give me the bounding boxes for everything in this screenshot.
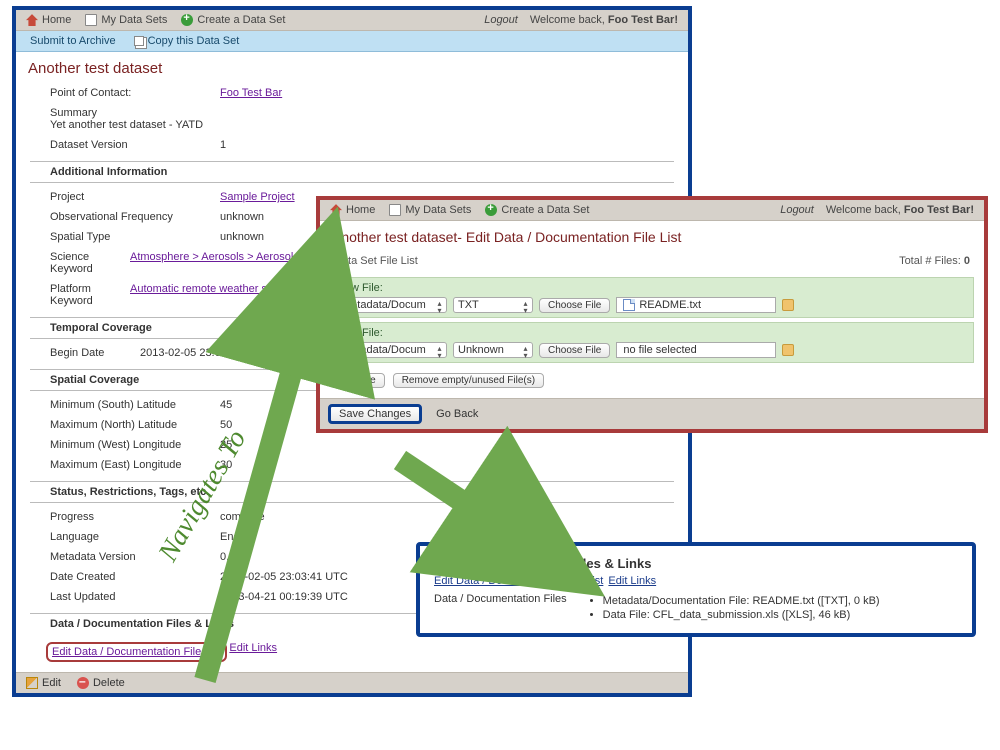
filelist-header: Data Set File List Total # Files: 0: [320, 249, 984, 273]
home-icon: [26, 14, 38, 26]
plus-icon: [181, 14, 193, 26]
poc-label: Point of Contact:: [50, 87, 220, 99]
choose-file-1[interactable]: Choose File: [539, 298, 610, 313]
edit-filelist-link[interactable]: Edit Data / Documentation File List: [52, 646, 221, 658]
result-head: Data / Documentation Files & Links: [434, 556, 958, 571]
save-changes-button[interactable]: Save Changes: [328, 404, 422, 424]
pencil-icon: [26, 677, 38, 689]
obsfreq-label: Observational Frequency: [50, 211, 220, 223]
maxlon-value: 30: [220, 459, 674, 471]
list-item: Data File: CFL_data_submission.xls ([XLS…: [603, 609, 880, 621]
delete-icon: [77, 677, 89, 689]
remove-file-icon-2[interactable]: [782, 344, 794, 356]
total-files: Total # Files: 0: [899, 255, 970, 267]
new-file-row-2: New File: Metadata/Docum Unknown Choose …: [330, 322, 974, 363]
nav-logout-2[interactable]: Logout: [780, 204, 814, 216]
updated-label: Last Updated: [50, 591, 220, 603]
delete-button[interactable]: Delete: [77, 677, 125, 689]
result-edit-filelist-link[interactable]: Edit Data / Documentation File List: [434, 575, 603, 587]
file-name-1[interactable]: README.txt: [616, 297, 776, 313]
files-label: Data / Documentation Files: [434, 593, 567, 605]
go-back-link[interactable]: Go Back: [436, 408, 478, 420]
file-actions: Add File Remove empty/unused File(s): [320, 367, 984, 398]
category-select-1[interactable]: Metadata/Docum: [337, 297, 447, 313]
plus-icon: [485, 204, 497, 216]
result-edit-links-link[interactable]: Edit Links: [608, 575, 656, 587]
spatialtype-label: Spatial Type: [50, 231, 220, 243]
maxlat-label: Maximum (North) Latitude: [50, 419, 220, 431]
project-link[interactable]: Sample Project: [220, 191, 295, 203]
mver-label: Metadata Version: [50, 551, 220, 563]
minlon-label: Minimum (West) Longitude: [50, 439, 220, 451]
minlon-value: 25: [220, 439, 674, 451]
copy-dataset[interactable]: Copy this Data Set: [134, 35, 240, 47]
list-item: Metadata/Documentation File: README.txt …: [603, 595, 880, 607]
version-label: Dataset Version: [50, 139, 220, 151]
category-select-2[interactable]: Metadata/Docum: [337, 342, 447, 358]
nav-create-dataset[interactable]: Create a Data Set: [181, 14, 285, 26]
save-bar: Save Changes Go Back: [320, 398, 984, 429]
poc-link[interactable]: Foo Test Bar: [220, 87, 282, 99]
begin-label: Begin Date: [50, 347, 140, 359]
home-icon: [330, 204, 342, 216]
version-value: 1: [220, 139, 674, 151]
add-file-button[interactable]: Add File: [330, 373, 385, 388]
files-list: Metadata/Documentation File: README.txt …: [585, 593, 880, 623]
file-icon: [623, 299, 635, 311]
dataset-title: Another test dataset: [16, 52, 688, 81]
summary-label: Summary: [50, 107, 220, 119]
nav-home[interactable]: Home: [26, 14, 71, 26]
remove-unused-button[interactable]: Remove empty/unused File(s): [393, 373, 544, 388]
page-icon: [85, 14, 97, 26]
edit-links-link[interactable]: Edit Links: [229, 642, 277, 662]
new-file-row-1: New File: Metadata/Docum TXT Choose File…: [330, 277, 974, 318]
progress-value: complete: [220, 511, 674, 523]
welcome-text-2: Welcome back, Foo Test Bar!: [826, 204, 974, 216]
scikw-label: Science Keyword: [50, 251, 130, 275]
detail-footer: Edit Delete: [16, 672, 688, 693]
nav-home-2[interactable]: Home: [330, 204, 375, 216]
action-subbar: Submit to Archive Copy this Data Set: [16, 31, 688, 52]
type-select-2[interactable]: Unknown: [453, 342, 533, 358]
nav-create-dataset-2[interactable]: Create a Data Set: [485, 204, 589, 216]
nav-logout[interactable]: Logout: [484, 14, 518, 26]
edit-page-title: Another test dataset- Edit Data / Docume…: [320, 221, 984, 249]
new-file-label-1: New File:: [337, 282, 967, 294]
page-icon: [389, 204, 401, 216]
files-result-panel: Data / Documentation Files & Links Edit …: [416, 542, 976, 637]
summary-value: Yet another test dataset - YATD: [50, 119, 674, 131]
edit-filelist-highlight: Edit Data / Documentation File List: [46, 642, 227, 662]
edit-toolbar: Home My Data Sets Create a Data Set Logo…: [320, 200, 984, 221]
lang-label: Language: [50, 531, 220, 543]
type-select-1[interactable]: TXT: [453, 297, 533, 313]
maxlon-label: Maximum (East) Longitude: [50, 459, 220, 471]
top-toolbar: Home My Data Sets Create a Data Set Logo…: [16, 10, 688, 31]
file-name-2[interactable]: no file selected: [616, 342, 776, 358]
additional-info-head: Additional Information: [30, 161, 674, 183]
choose-file-2[interactable]: Choose File: [539, 343, 610, 358]
new-file-label-2: New File:: [337, 327, 967, 339]
remove-file-icon-1[interactable]: [782, 299, 794, 311]
welcome-text: Welcome back, Foo Test Bar!: [530, 14, 678, 26]
nav-my-datasets-2[interactable]: My Data Sets: [389, 204, 471, 216]
filelist-head-label: Data Set File List: [334, 255, 418, 267]
edit-filelist-panel: Home My Data Sets Create a Data Set Logo…: [316, 196, 988, 433]
project-label: Project: [50, 191, 220, 203]
status-head: Status, Restrictions, Tags, etc.: [30, 481, 674, 503]
submit-to-archive[interactable]: Submit to Archive: [30, 35, 116, 47]
platkw-link[interactable]: Automatic remote weather station: [130, 283, 294, 295]
copy-icon: [134, 36, 144, 46]
minlat-label: Minimum (South) Latitude: [50, 399, 220, 411]
progress-label: Progress: [50, 511, 220, 523]
created-label: Date Created: [50, 571, 220, 583]
edit-button[interactable]: Edit: [26, 677, 61, 689]
platkw-label: Platform Keyword: [50, 283, 130, 307]
nav-my-datasets[interactable]: My Data Sets: [85, 14, 167, 26]
